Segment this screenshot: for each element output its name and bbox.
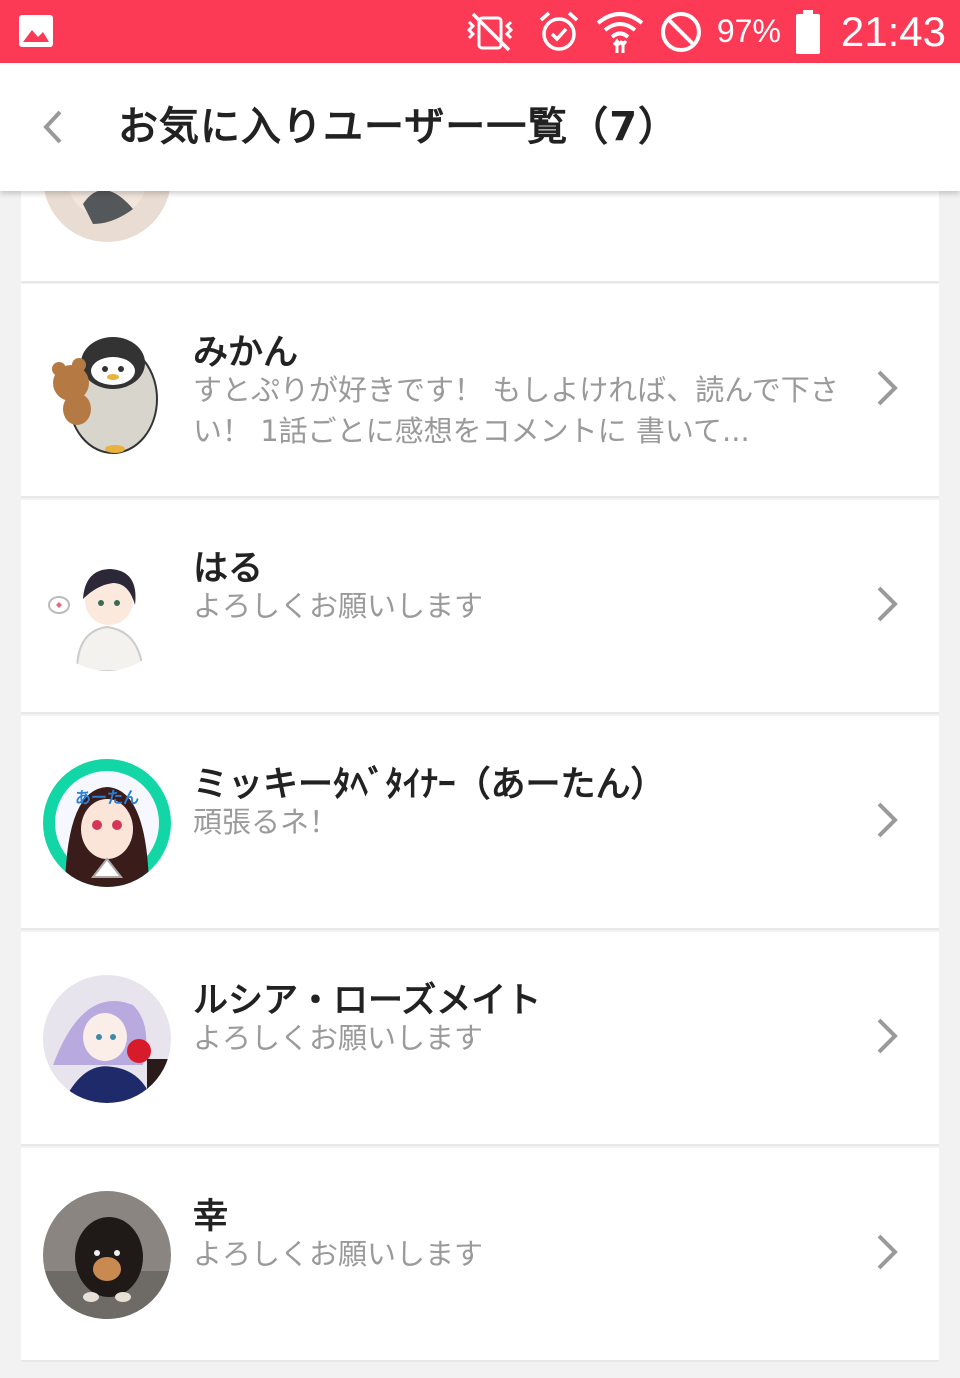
vibrate-off-icon: [461, 12, 523, 52]
back-button[interactable]: [22, 97, 82, 157]
do-not-disturb-icon: [659, 10, 703, 54]
chevron-right-icon: [877, 586, 898, 622]
chevron-right-icon: [877, 370, 898, 406]
list-item[interactable]: ルシア・ローズメイト よろしくお願いします: [21, 932, 939, 1146]
app-bar: お気に入りユーザー一覧（7）: [0, 63, 960, 191]
chevron-right-icon: [877, 1234, 898, 1270]
list-item[interactable]: あーたん ミッキーﾀﾍﾞﾀｲﾅｰ（あーたん） 頑張るネ！: [21, 716, 939, 930]
gallery-icon: [18, 14, 54, 48]
favorite-users-list: みかん すとぷりが好きです！ もしよければ、読んで下さい！ 1話ごとに感想をコメ…: [21, 191, 939, 1365]
user-description: よろしくお願いします: [193, 1237, 484, 1271]
chevron-right-icon: [877, 1018, 898, 1054]
user-description: すとぷりが好きです！ もしよければ、読んで下さい！ 1話ごとに感想をコメントに …: [193, 373, 839, 448]
list-item[interactable]: 幸 よろしくお願いします: [21, 1148, 939, 1362]
avatar: [43, 327, 171, 455]
list-item[interactable]: みかん すとぷりが好きです！ もしよければ、読んで下さい！ 1話ごとに感想をコメ…: [21, 284, 939, 498]
avatar: あーたん: [43, 759, 171, 887]
list-item[interactable]: はる よろしくお願いします: [21, 500, 939, 714]
avatar: [43, 543, 171, 671]
user-name: 幸: [193, 1197, 229, 1237]
user-name: ルシア・ローズメイト: [193, 981, 542, 1021]
avatar: [43, 975, 171, 1103]
user-name: みかん: [193, 333, 299, 373]
battery-percent: 97%: [716, 13, 781, 49]
status-bar: 97% 21:43: [0, 0, 960, 63]
page-title: お気に入りユーザー一覧（7）: [118, 104, 680, 150]
list-item[interactable]: [21, 191, 939, 283]
chevron-right-icon: [877, 802, 898, 838]
chevron-left-icon: [43, 110, 62, 144]
user-name: ミッキーﾀﾍﾞﾀｲﾅｰ（あーたん）: [193, 765, 666, 805]
battery-icon: [795, 9, 821, 54]
alarm-icon: [537, 10, 581, 54]
clock: 21:43: [840, 7, 946, 55]
user-description: よろしくお願いします: [193, 1021, 484, 1055]
user-name: はる: [193, 549, 264, 589]
avatar: [43, 191, 171, 242]
user-description: よろしくお願いします: [193, 589, 484, 623]
wifi-icon: [595, 9, 645, 55]
user-description: 頑張るネ！: [193, 805, 339, 839]
svg-text:あーたん: あーたん: [75, 788, 139, 807]
avatar: [43, 1191, 171, 1319]
